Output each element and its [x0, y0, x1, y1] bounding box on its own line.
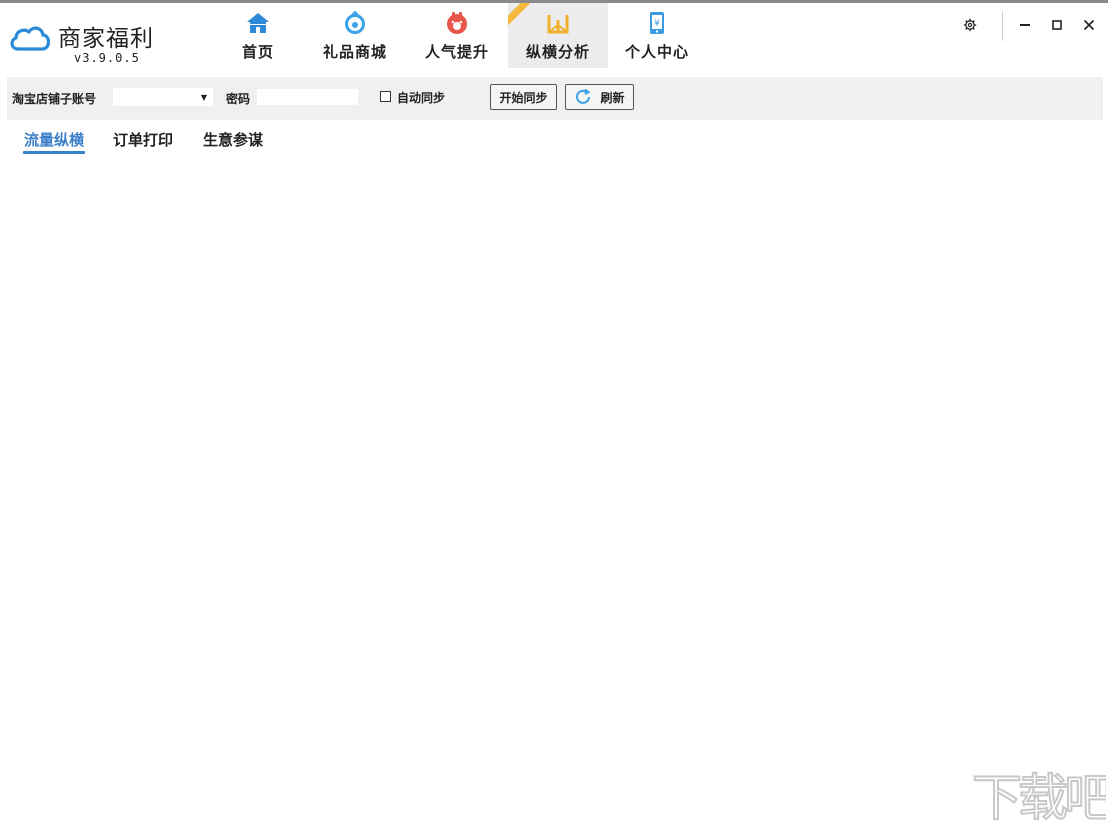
- nav-popularity-label: 人气提升: [424, 43, 489, 61]
- piggy-icon: [447, 12, 467, 34]
- cloud-logo-icon: [10, 26, 51, 51]
- nav-analysis-label: 纵横分析: [525, 43, 590, 61]
- nav-home[interactable]: 首页: [208, 3, 308, 68]
- password-label: 密码: [226, 92, 251, 106]
- nav-personal-center[interactable]: ¥ 个人中心: [607, 3, 707, 68]
- svg-text:¥: ¥: [654, 19, 660, 29]
- maximize-button[interactable]: [1045, 13, 1069, 37]
- close-icon: [1083, 19, 1095, 31]
- password-field[interactable]: [257, 89, 358, 105]
- phone-yen-icon: ¥: [650, 12, 664, 34]
- nav-analysis[interactable]: 纵横分析: [508, 3, 608, 68]
- chevron-down-icon[interactable]: ▼: [197, 88, 211, 106]
- nav-home-label: 首页: [241, 43, 274, 61]
- nav-personal-center-label: 个人中心: [624, 43, 689, 61]
- maximize-icon: [1052, 20, 1062, 30]
- app-logo: 商家福利 v3.9.0.5: [4, 9, 153, 67]
- nav-popularity[interactable]: 人气提升: [407, 3, 507, 68]
- gear-icon: [963, 18, 977, 32]
- refresh-button[interactable]: 刷新: [565, 84, 634, 110]
- close-button[interactable]: [1077, 13, 1101, 37]
- sync-toolbar: 淘宝店铺子账号 ▼ 密码 自动同步 开始同步 刷新: [7, 77, 1103, 120]
- home-icon: [247, 13, 269, 33]
- minimize-button[interactable]: [1013, 13, 1037, 37]
- tab-order-print[interactable]: 订单打印: [113, 129, 173, 150]
- window-controls-divider: [1002, 11, 1003, 41]
- start-sync-label: 开始同步: [499, 90, 548, 105]
- hot-ribbon-badge: [508, 3, 530, 25]
- refresh-icon: [576, 88, 591, 104]
- settings-button[interactable]: [958, 13, 982, 37]
- app-name: 商家福利: [58, 26, 154, 52]
- chart-w-icon: [547, 15, 569, 34]
- nav-gift-mall-label: 礼品商城: [322, 43, 387, 61]
- start-sync-button[interactable]: 开始同步: [490, 84, 557, 110]
- shop-account-label: 淘宝店铺子账号: [12, 92, 97, 106]
- tab-business-advisor[interactable]: 生意参谋: [203, 129, 263, 150]
- active-tab-indicator: [23, 151, 85, 154]
- watermark-logo: 下载吧: [971, 768, 1106, 823]
- app-version: v3.9.0.5: [74, 51, 140, 65]
- auto-sync-label[interactable]: 自动同步: [397, 89, 445, 106]
- nav-gift-mall[interactable]: 礼品商城: [305, 3, 405, 68]
- shop-account-dropdown[interactable]: ▼: [113, 88, 213, 106]
- gift-bag-icon: [345, 11, 365, 34]
- title-bar: 商家福利 v3.9.0.5 首页 礼品商城 人气提升 纵横分析 ¥ 个人中心: [0, 3, 1108, 68]
- minimize-icon: [1020, 24, 1030, 26]
- tab-traffic-analysis[interactable]: 流量纵横: [24, 129, 84, 150]
- refresh-label: 刷新: [600, 90, 625, 105]
- auto-sync-checkbox[interactable]: [380, 91, 391, 102]
- watermark-text: 下载吧: [972, 769, 1106, 823]
